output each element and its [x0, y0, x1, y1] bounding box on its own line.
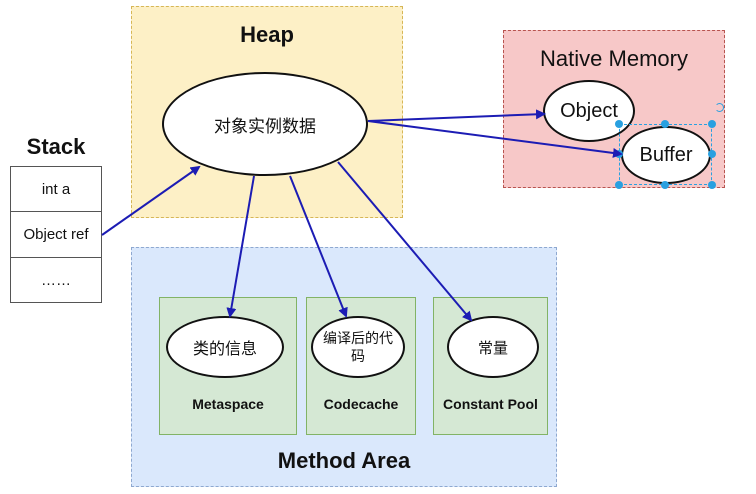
constants-node[interactable]: 常量 [447, 316, 539, 378]
resize-handle[interactable] [708, 150, 716, 158]
codecache-label: Codecache [323, 396, 399, 412]
method-area-title: Method Area [277, 448, 411, 473]
heap-title: Heap [240, 22, 294, 47]
compiled-code-node[interactable]: 编译后的代码 [311, 316, 405, 378]
constant-pool-label: Constant Pool [443, 396, 538, 412]
selection-box [619, 124, 712, 185]
resize-handle[interactable] [615, 181, 623, 189]
stack-cell-ellipsis[interactable]: …… [10, 257, 102, 303]
stack-cell-int-a[interactable]: int a [10, 166, 102, 212]
resize-handle[interactable] [708, 181, 716, 189]
resize-handle[interactable] [661, 181, 669, 189]
metaspace-label: Metaspace [192, 396, 264, 412]
class-info-node[interactable]: 类的信息 [166, 316, 284, 378]
heap-object-data-node[interactable]: 对象实例数据 [162, 72, 368, 176]
rotate-handle-icon[interactable] [715, 103, 724, 112]
resize-handle[interactable] [661, 120, 669, 128]
resize-handle[interactable] [615, 150, 623, 158]
stack-cell-object-ref[interactable]: Object ref [10, 211, 102, 258]
native-memory-title: Native Memory [540, 46, 688, 71]
resize-handle[interactable] [615, 120, 623, 128]
resize-handle[interactable] [708, 120, 716, 128]
stack-title: Stack [26, 134, 86, 159]
